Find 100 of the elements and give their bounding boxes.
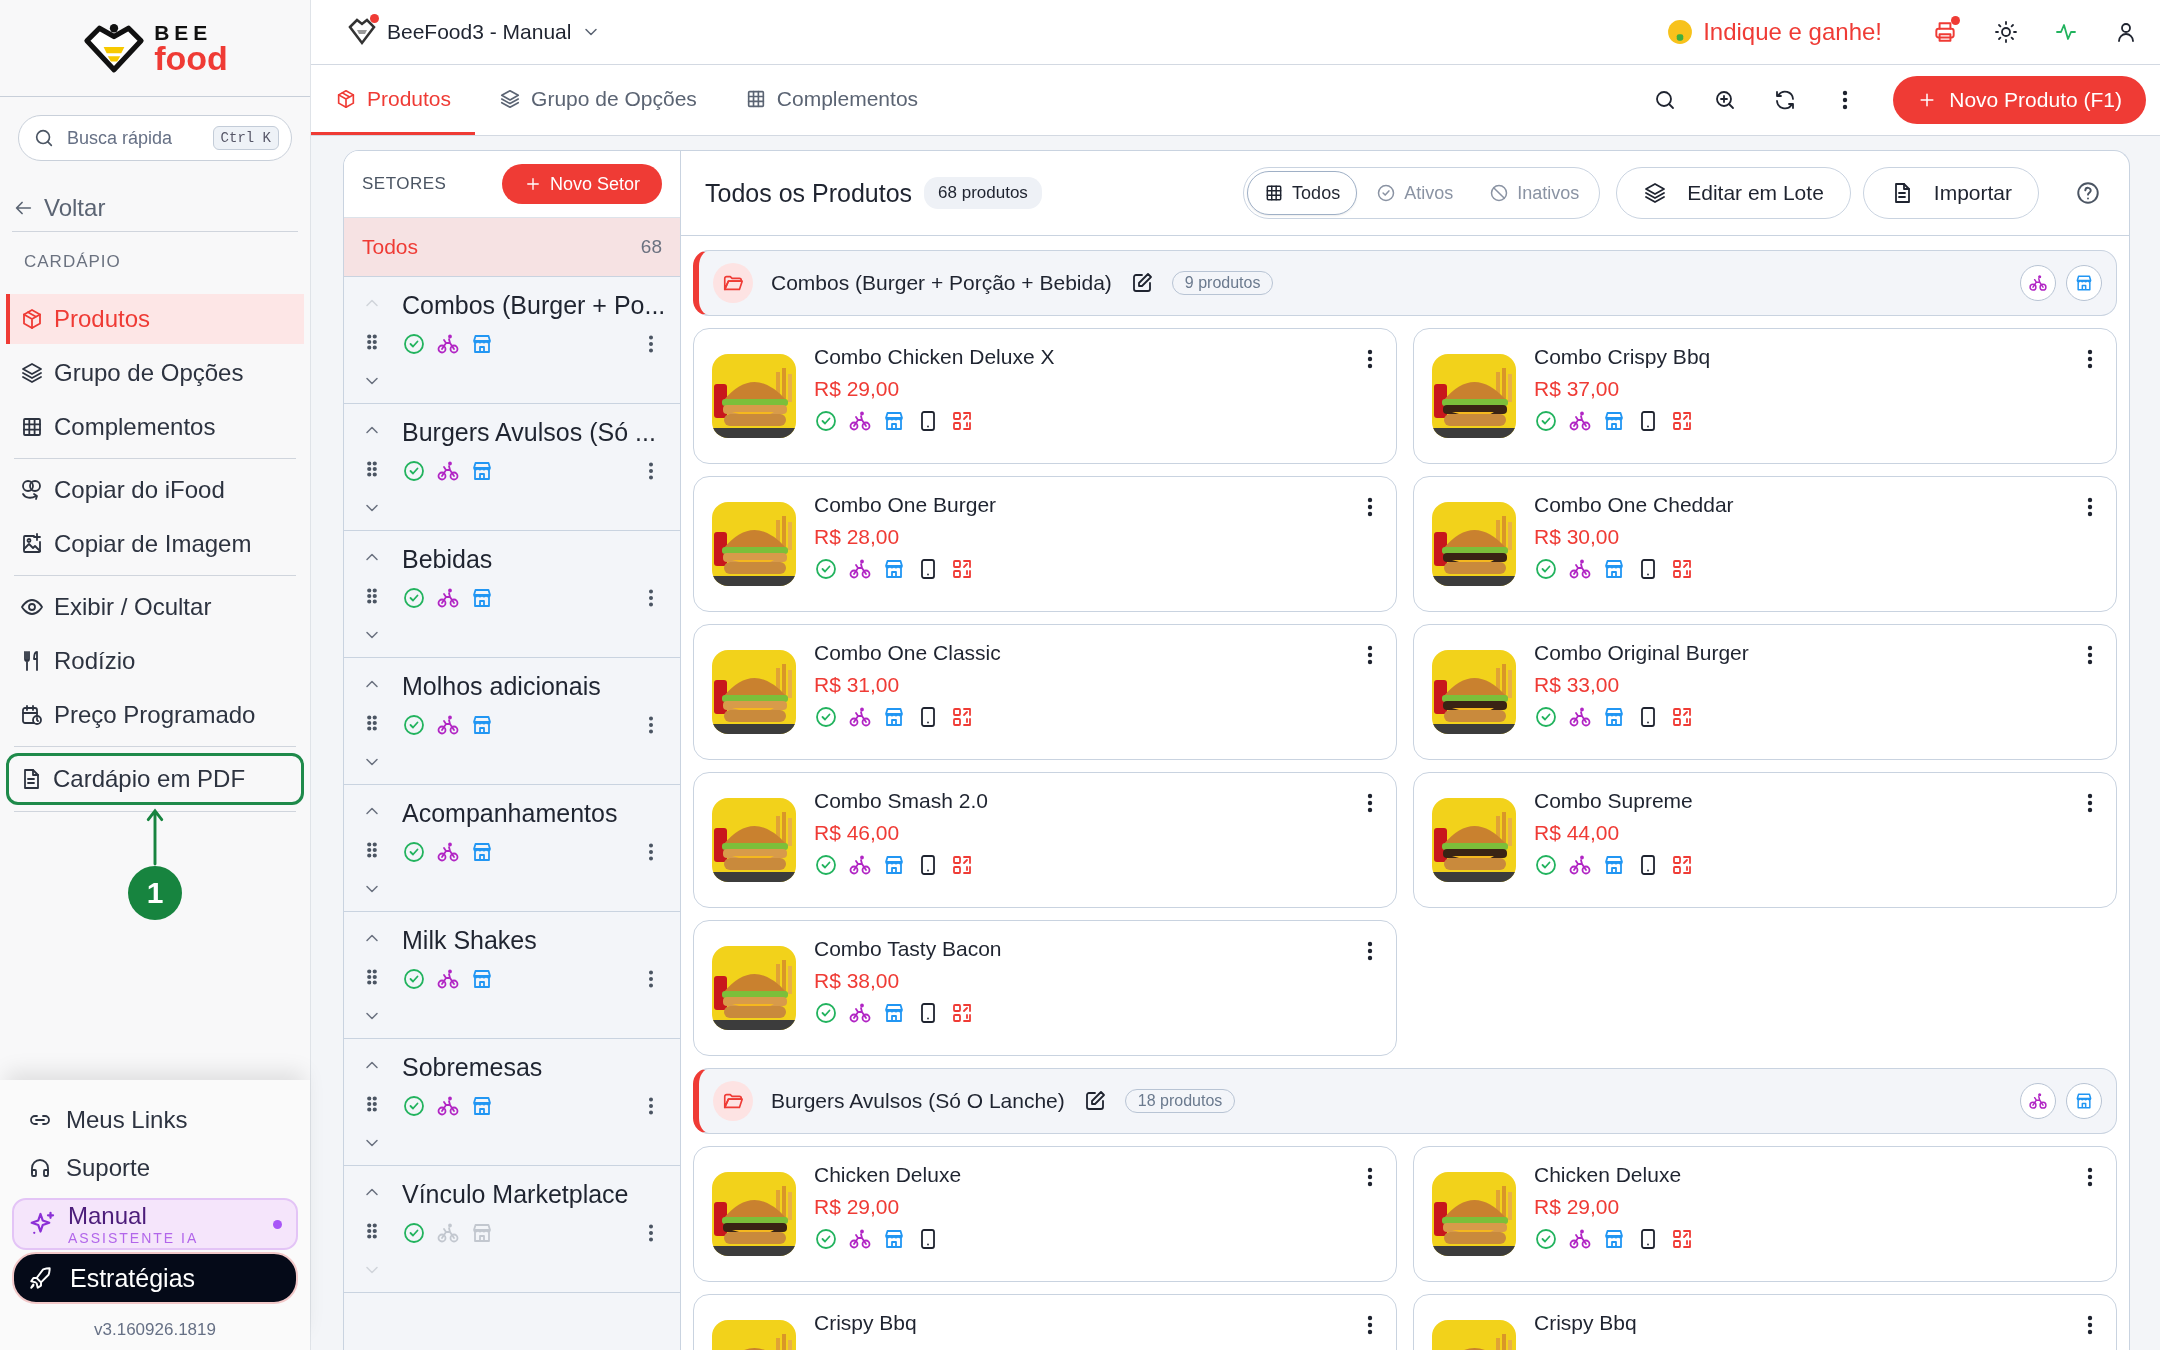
headset-icon	[28, 1156, 52, 1180]
product-name: Combo Tasty Bacon	[814, 937, 1002, 961]
menu-item[interactable]: Cardápio em PDF	[6, 753, 304, 805]
layers-icon	[20, 361, 44, 385]
package-icon	[20, 307, 44, 331]
tab[interactable]: Complementos	[720, 65, 943, 135]
printer-icon[interactable]	[1932, 19, 1958, 45]
back-link[interactable]: Voltar	[12, 185, 298, 232]
strategies-button[interactable]: Estratégias	[12, 1252, 298, 1304]
menu-item[interactable]: Grupo de Opções	[6, 348, 304, 398]
store-icon[interactable]	[2066, 1083, 2102, 1119]
product-price: R$ 28,00	[814, 525, 900, 549]
search-field[interactable]: Busca rápida Ctrl K	[18, 115, 292, 161]
product-card[interactable]: Crispy Bbq	[693, 1294, 1397, 1350]
product-card[interactable]: Combo One Burger R$ 28,00	[693, 476, 1397, 612]
sector-name[interactable]: Vínculo Marketplace	[402, 1180, 662, 1209]
product-name: Chicken Deluxe	[814, 1163, 962, 1187]
group-header[interactable]: Combos (Burger + Porção + Bebida) 9 produtos	[693, 250, 2117, 316]
menu-item[interactable]: Copiar do iFood	[6, 465, 304, 515]
menu-item[interactable]: Copiar de Imagem	[6, 519, 304, 569]
layers-icon	[1643, 181, 1668, 205]
search-icon	[33, 127, 55, 149]
product-name: Combo Supreme	[1534, 789, 1693, 813]
step-number-badge: 1	[128, 866, 182, 920]
section-title: Todos os Produtos	[705, 178, 913, 208]
sector-name[interactable]: Milk Shakes	[402, 926, 662, 955]
group-name: Combos (Burger + Porção + Bebida)	[771, 271, 1112, 295]
sector-name[interactable]: Molhos adicionais	[402, 672, 662, 701]
product-price: R$ 30,00	[1534, 525, 1620, 549]
assistant-subtitle: ASSISTENTE IA	[68, 1230, 200, 1245]
sidebar-link[interactable]: Meus Links	[0, 1096, 310, 1144]
section-title: CARDÁPIO	[23, 251, 122, 273]
sector-name[interactable]: Combos (Burger + Po...	[402, 291, 662, 320]
product-name: Combo Smash 2.0	[814, 789, 988, 813]
bicycle-icon[interactable]	[2020, 265, 2056, 301]
group-name: Burgers Avulsos (Só O Lanche)	[771, 1089, 1065, 1113]
product-name: Combo One Classic	[814, 641, 1001, 665]
product-card[interactable]: Combo Smash 2.0 R$ 46,00	[693, 772, 1397, 908]
status-dot	[273, 1219, 282, 1229]
group-header[interactable]: Burgers Avulsos (Só O Lanche) 18 produtos	[693, 1068, 2117, 1134]
product-card[interactable]: Combo Tasty Bacon R$ 38,00	[693, 920, 1397, 1056]
product-price: R$ 37,00	[1534, 377, 1620, 401]
callout-arrow	[145, 808, 165, 866]
assistant-button[interactable]: Manual ASSISTENTE IA	[12, 1198, 298, 1250]
product-card[interactable]: Chicken Deluxe R$ 29,00	[693, 1146, 1397, 1282]
product-name: Combo Crispy Bbq	[1534, 345, 1711, 369]
help-icon[interactable]	[2075, 180, 2101, 206]
sidebar-link[interactable]: Suporte	[0, 1144, 310, 1192]
circles-icon	[20, 478, 44, 502]
check-circle-icon	[1376, 183, 1397, 203]
tab[interactable]: Grupo de Opções	[475, 65, 721, 135]
sector-name[interactable]: Burgers Avulsos (Só ...	[402, 418, 662, 447]
product-card[interactable]: Combo One Classic R$ 31,00	[693, 624, 1397, 760]
shortcut-key: Ctrl K	[212, 126, 279, 150]
product-name: Combo Original Burger	[1534, 641, 1749, 665]
product-name: Combo Chicken Deluxe X	[814, 345, 1055, 369]
product-card[interactable]: Combo Chicken Deluxe X R$ 29,00	[693, 328, 1397, 464]
sector-name[interactable]: Bebidas	[402, 545, 662, 574]
menu-item[interactable]: Exibir / Ocultar	[6, 582, 304, 632]
sector-item[interactable]: Todos 68	[344, 218, 680, 277]
sector-name[interactable]: Sobremesas	[402, 1053, 662, 1082]
menu-item[interactable]: Rodízio	[6, 636, 304, 686]
product-name: Crispy Bbq	[814, 1311, 917, 1335]
filter-option[interactable]: Todos	[1247, 171, 1358, 215]
referral-link[interactable]: Indique e ganhe!	[1703, 18, 1882, 46]
layers-icon	[499, 87, 522, 110]
product-name: Crispy Bbq	[1534, 1311, 1637, 1335]
product-price: R$ 33,00	[1534, 673, 1620, 697]
store-name[interactable]: BeeFood3 - Manual	[387, 20, 572, 44]
search-input[interactable]: Busca rápida	[65, 126, 203, 150]
rocket-icon	[28, 1265, 54, 1291]
product-card[interactable]: Crispy Bbq	[1413, 1294, 2117, 1350]
product-price: R$ 31,00	[814, 673, 900, 697]
sector-name[interactable]: Acompanhamentos	[402, 799, 662, 828]
product-card[interactable]: Combo Supreme R$ 44,00	[1413, 772, 2117, 908]
menu-item[interactable]: Preço Programado	[6, 690, 304, 740]
grid-icon	[20, 415, 44, 439]
count-badge: 68 produtos	[924, 177, 1042, 209]
new-product-button[interactable]: Novo Produto (F1)	[1893, 76, 2146, 124]
bulk-edit-button[interactable]: Editar em Lote	[1616, 167, 1851, 219]
product-card[interactable]: Combo Original Burger R$ 33,00	[1413, 624, 2117, 760]
product-price: R$ 38,00	[814, 969, 900, 993]
theme-icon[interactable]	[1994, 20, 2018, 44]
logo-text: BEE	[154, 21, 214, 43]
product-price: R$ 46,00	[814, 821, 900, 845]
bicycle-icon[interactable]	[2020, 1083, 2056, 1119]
calendar-clock-icon	[20, 703, 44, 727]
product-price: R$ 29,00	[1534, 1195, 1620, 1219]
import-button[interactable]: Importar	[1862, 167, 2039, 219]
store-logo-icon[interactable]	[347, 17, 377, 47]
new-sector-button[interactable]: Novo Setor	[501, 164, 662, 204]
emoji-icon	[1667, 19, 1694, 45]
product-card[interactable]: Combo One Cheddar R$ 30,00	[1413, 476, 2117, 612]
folder-icon	[713, 1081, 753, 1121]
menu-item[interactable]: Complementos	[6, 402, 304, 452]
product-card[interactable]: Chicken Deluxe R$ 29,00	[1413, 1146, 2117, 1282]
product-card[interactable]: Combo Crispy Bbq R$ 37,00	[1413, 328, 2117, 464]
store-icon[interactable]	[2066, 265, 2102, 301]
product-name: Combo One Cheddar	[1534, 493, 1734, 517]
product-name: Chicken Deluxe	[1534, 1163, 1682, 1187]
